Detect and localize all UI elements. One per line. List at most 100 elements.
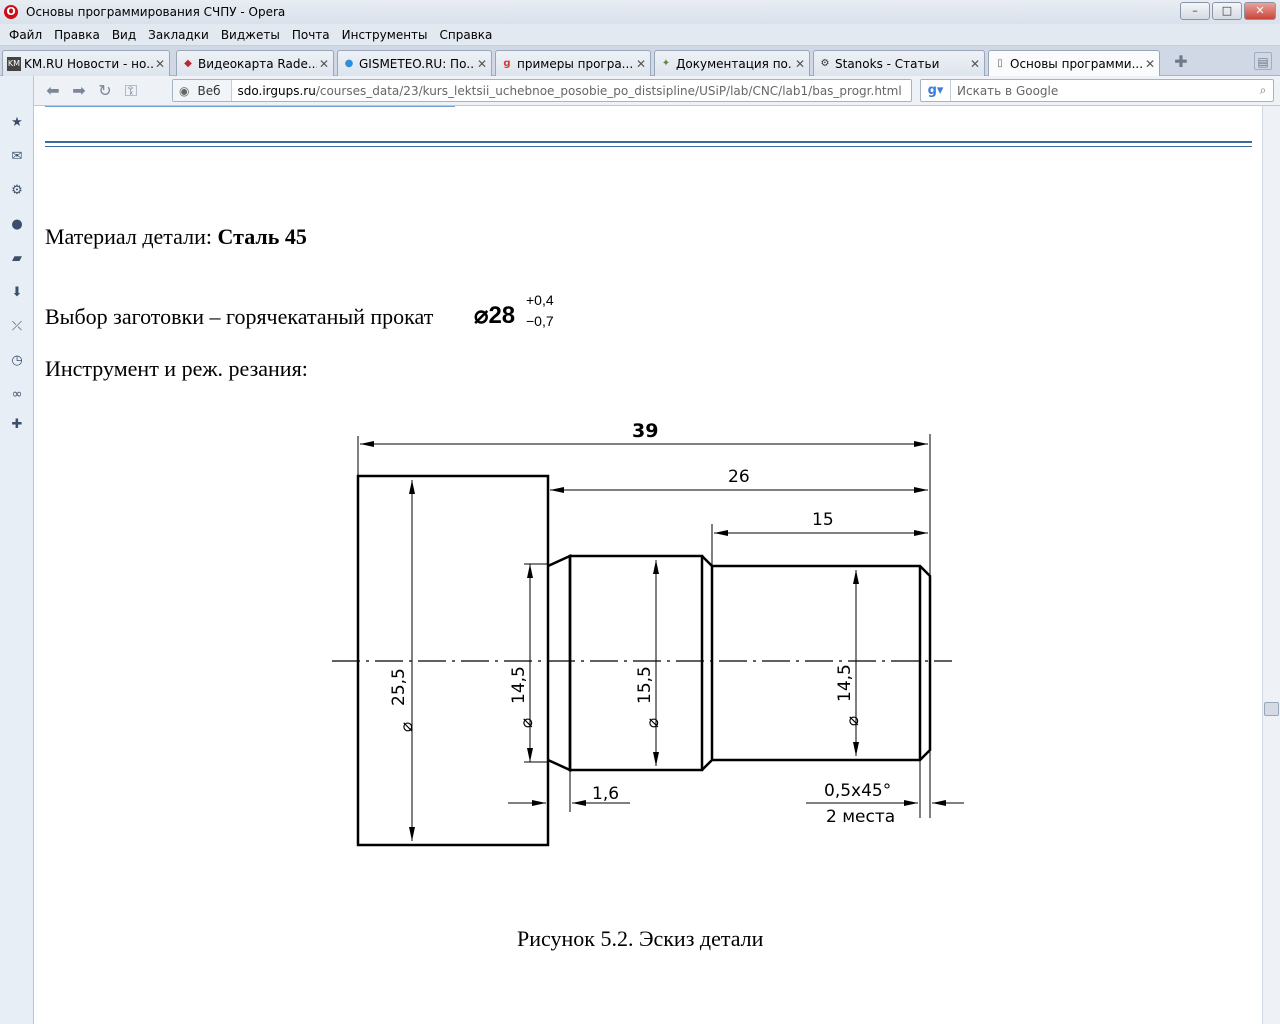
maximize-button[interactable]: □ [1212, 2, 1242, 20]
tab-google-search[interactable]: g примеры програ... ✕ [495, 50, 651, 76]
close-tab-icon[interactable]: ✕ [1143, 57, 1157, 71]
arrow [550, 487, 564, 493]
step-outline [701, 555, 714, 771]
mail-icon[interactable]: ✉ [8, 148, 26, 166]
settings-icon[interactable]: ⚙ [8, 182, 26, 200]
menu-bookmarks[interactable]: Закладки [142, 28, 215, 42]
stanoks-icon: ⚙ [820, 57, 830, 69]
forward-arrow-icon[interactable]: ➡ [66, 79, 92, 103]
title-bar: O Основы программирования СЧПУ - Opera –… [0, 0, 1280, 24]
dim-dia-neck: 14,5 [509, 666, 529, 704]
arrow [853, 742, 859, 756]
arrow [914, 530, 928, 536]
tab-stanoks[interactable]: ⚙ Stanoks - Статьи ✕ [813, 50, 985, 76]
minimize-button[interactable]: – [1180, 2, 1210, 20]
navigation-bar: ⬅ ➡ ↻ ⚿ ◉ Веб sdo.irgups.ru/courses_data… [34, 76, 1280, 106]
search-icon[interactable]: ⌕ [1253, 83, 1273, 98]
menu-file[interactable]: Файл [3, 28, 48, 42]
diameter-symbol: ⌀ [643, 718, 663, 728]
diameter-symbol: ⌀ [843, 716, 863, 726]
google-icon: g [503, 57, 511, 69]
bookmarks-icon[interactable]: ★ [8, 114, 26, 132]
window-title: Основы программирования СЧПУ - Opera [26, 5, 286, 19]
site-info[interactable]: ◉ Веб [173, 80, 232, 101]
close-tab-icon[interactable]: ✕ [475, 57, 489, 71]
close-tab-icon[interactable]: ✕ [153, 57, 167, 71]
url-text[interactable]: sdo.irgups.ru/courses_data/23/kurs_lekts… [232, 84, 902, 98]
side-panel: ★ ✉ ⚙ ● ▰ ⬇ ⤫ ◷ ∞ ✚ [0, 76, 34, 1024]
opera-logo-icon: O [4, 5, 18, 19]
site-label: Веб [197, 83, 221, 98]
tab-docs[interactable]: ✦ Документация по... ✕ [654, 50, 810, 76]
menu-view[interactable]: Вид [106, 28, 142, 42]
page-content: Материал детали: Сталь 45 Выбор заготовк… [34, 106, 1262, 1024]
dim-length-15: 15 [812, 510, 834, 530]
notes-icon[interactable]: ▰ [8, 250, 26, 268]
window-controls: – □ ✕ [1180, 2, 1276, 20]
arrow [914, 441, 928, 447]
search-input[interactable]: Искать в Google [951, 84, 1253, 98]
menu-edit[interactable]: Правка [48, 28, 106, 42]
closed-tabs-trash-icon[interactable]: ▤ [1254, 52, 1272, 70]
globe-icon: ◉ [179, 83, 190, 98]
tab-gismeteo[interactable]: ● GISMETEO.RU: По... ✕ [337, 50, 492, 76]
close-button[interactable]: ✕ [1244, 2, 1276, 20]
tab-radeon[interactable]: ◆ Видеокарта Rade... ✕ [176, 50, 334, 76]
menu-help[interactable]: Справка [434, 28, 499, 42]
address-bar[interactable]: ◉ Веб sdo.irgups.ru/courses_data/23/kurs… [172, 79, 912, 102]
dim-dia-neck-label: 14,5 ⌀ [509, 666, 537, 728]
radeon-icon: ◆ [184, 57, 192, 69]
dim-dia-end: 14,5 [835, 664, 855, 702]
tab-active-page[interactable]: ▯ Основы программи... ✕ [988, 50, 1160, 77]
diameter-symbol: ⌀ [397, 722, 417, 732]
close-tab-icon[interactable]: ✕ [793, 57, 807, 71]
url-path: /courses_data/23/kurs_lektsii_uchebnoe_p… [315, 83, 902, 98]
arrow [527, 748, 533, 762]
new-tab-button[interactable]: ✚ [1172, 53, 1190, 71]
links-icon[interactable]: ⤫ [8, 318, 26, 336]
tab-label: примеры програ... [517, 56, 634, 71]
arrow [409, 827, 415, 841]
menu-mail[interactable]: Почта [286, 28, 336, 42]
scrollbar-thumb[interactable] [1264, 702, 1279, 716]
key-icon[interactable]: ⚿ [118, 79, 144, 103]
downloads-icon[interactable]: ⬇ [8, 284, 26, 302]
part-sketch-drawing: 39 26 15 1,6 0,5x45° 2 места 25,5 ⌀ 14,5… [332, 420, 964, 847]
tab-bar: KM KM.RU Новости - но... ✕ ◆ Видеокарта … [0, 46, 1280, 77]
arrow [653, 752, 659, 766]
dim-dia-large-label: 25,5 ⌀ [389, 668, 417, 732]
dim-groove: 1,6 [592, 784, 619, 804]
arrow [714, 530, 728, 536]
contacts-icon[interactable]: ● [8, 216, 26, 234]
tab-kmru[interactable]: KM KM.RU Новости - но... ✕ [2, 50, 170, 76]
reload-icon[interactable]: ↻ [92, 79, 118, 103]
arrow [853, 570, 859, 584]
arrow [904, 800, 918, 806]
tab-label: Stanoks - Статьи [835, 56, 940, 71]
dim-dia-end-label: 14,5 ⌀ [835, 664, 863, 726]
google-search-engine-icon[interactable]: g▾ [921, 80, 951, 101]
close-tab-icon[interactable]: ✕ [968, 57, 982, 71]
neck-outline [547, 554, 572, 772]
page-icon: ▯ [997, 58, 1003, 69]
vertical-scrollbar[interactable] [1262, 106, 1280, 1024]
search-bar[interactable]: g▾ Искать в Google ⌕ [920, 79, 1274, 102]
add-panel-icon[interactable]: ✚ [8, 416, 26, 434]
menu-widgets[interactable]: Виджеты [215, 28, 286, 42]
close-tab-icon[interactable]: ✕ [317, 57, 331, 71]
gismeteo-icon: ● [344, 57, 354, 69]
km-icon: KM [7, 56, 21, 71]
tab-label: KM.RU Новости - но... [24, 56, 153, 71]
back-arrow-icon[interactable]: ⬅ [40, 79, 66, 103]
close-tab-icon[interactable]: ✕ [634, 57, 648, 71]
history-icon[interactable]: ◷ [8, 352, 26, 370]
menu-bar: Файл Правка Вид Закладки Виджеты Почта И… [0, 24, 1280, 46]
menu-tools[interactable]: Инструменты [336, 28, 434, 42]
diameter-symbol: ⌀ [517, 718, 537, 728]
docs-icon: ✦ [661, 57, 671, 69]
dim-dia-mid-label: 15,5 ⌀ [635, 666, 663, 728]
dim-dia-large: 25,5 [389, 668, 409, 706]
arrow [914, 487, 928, 493]
arrow [932, 800, 946, 806]
link-icon[interactable]: ∞ [8, 386, 26, 404]
